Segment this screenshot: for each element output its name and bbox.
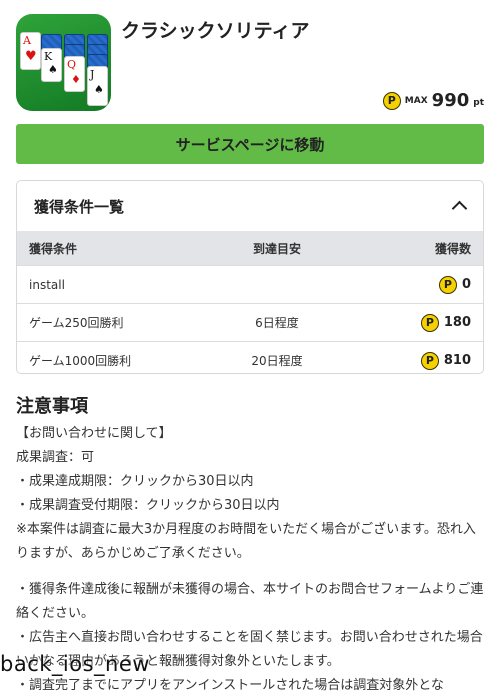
condition-name: ゲーム250回勝利 — [29, 316, 124, 330]
card-king-spades: K ♠ — [41, 48, 62, 82]
table-row: ゲーム250回勝利 6日程度 P 180 — [17, 303, 483, 341]
condition-name: ゲーム1000回勝利 — [29, 354, 132, 368]
max-points-unit: pt — [473, 97, 484, 108]
note-line: ・獲得条件達成後に報酬が未獲得の場合、本サイトのお問合せフォームよりご連絡くださ… — [16, 582, 484, 621]
card-jack-spades: J ♠ — [87, 66, 108, 106]
note-line: ・調査完了までにアプリをアンインストールされた場合は調査対象外とな — [16, 678, 444, 693]
condition-points: 0 — [461, 277, 471, 292]
condition-eta: 20日程度 — [251, 354, 303, 368]
note-line: ・成果達成期限：クリックから30日以内 — [16, 474, 254, 489]
back-button-overlay[interactable]: back_ios_new — [0, 652, 150, 676]
table-row: install P 0 — [17, 265, 483, 303]
note-line: 【お問い合わせに関して】 — [16, 426, 172, 441]
service-page-button[interactable]: サービスページに移動 — [16, 124, 484, 164]
point-coin-icon: P — [382, 91, 401, 110]
chevron-up-icon[interactable] — [451, 200, 468, 217]
max-points: P MAX 990 pt — [382, 90, 484, 111]
card-queen-diamonds: Q ♦ — [64, 56, 85, 92]
conditions-panel-header[interactable]: 獲得条件一覧 — [17, 181, 483, 231]
column-points: 獲得数 — [434, 241, 471, 256]
note-line: ・成果調査受付期限：クリックから30日以内 — [16, 498, 280, 513]
table-row: ゲーム1000回勝利 20日程度 P 810 — [17, 341, 483, 373]
condition-eta: 6日程度 — [255, 316, 299, 330]
column-eta: 到達目安 — [252, 241, 301, 256]
conditions-panel: 獲得条件一覧 獲得条件 到達目安 獲得数 install P 0 ゲーム250回… — [16, 180, 484, 374]
max-label: MAX — [404, 95, 428, 106]
note-line: ※本案件は調査に最大3か月程度のお時間をいただく場合がございます。恐れ入りますが… — [16, 522, 476, 561]
table-header: 獲得条件 到達目安 獲得数 — [17, 231, 483, 265]
condition-name: install — [29, 277, 65, 292]
point-coin-icon: P — [420, 351, 439, 370]
point-coin-icon: P — [438, 275, 457, 294]
app-title: クラシックソリティア — [121, 20, 310, 42]
column-condition: 獲得条件 — [29, 241, 78, 256]
condition-points: 180 — [443, 315, 471, 330]
card-ace-hearts: A ♥ — [20, 32, 41, 70]
condition-points: 810 — [443, 353, 471, 368]
conditions-title: 獲得条件一覧 — [34, 197, 125, 216]
max-points-value: 990 — [431, 90, 470, 111]
notes-title: 注意事項 — [16, 396, 88, 417]
note-line: 成果調査：可 — [16, 450, 95, 465]
solitaire-app-icon: A ♥ K ♠ Q ♦ J ♠ — [16, 14, 111, 111]
point-coin-icon: P — [420, 313, 439, 332]
